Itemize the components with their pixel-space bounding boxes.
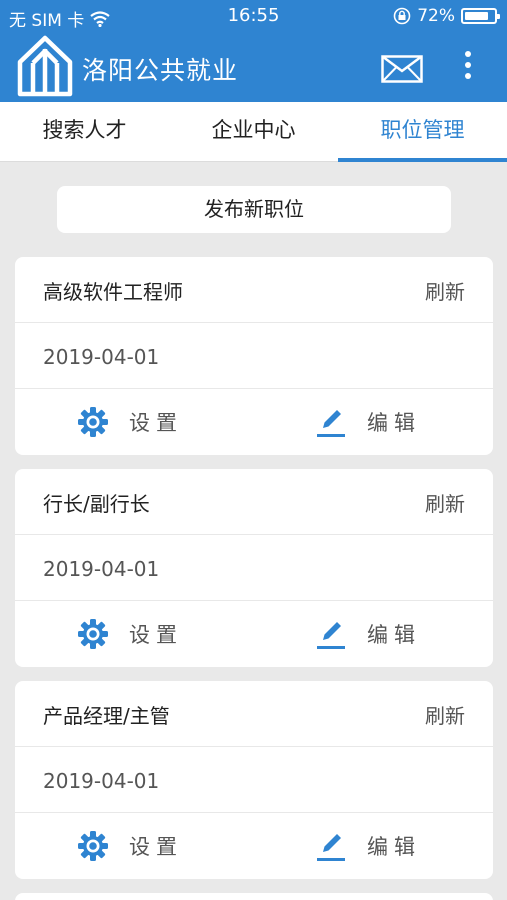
refresh-button[interactable]: 刷新 (425, 257, 465, 327)
more-dot (465, 62, 471, 68)
pencil-icon (317, 410, 345, 437)
top-bar: 无 SIM 卡 16:55 72% 洛阳公共就业 (0, 0, 507, 102)
refresh-button[interactable]: 刷新 (425, 469, 465, 539)
gear-icon (78, 407, 108, 437)
job-card-header: 行长/副行长 刷新 (15, 469, 493, 535)
publish-job-button[interactable]: 发布新职位 (57, 186, 451, 233)
job-card-actions: 设置 编辑 (15, 601, 493, 667)
job-date: 2019-04-01 (43, 557, 160, 581)
tab-bar: 搜索人才 企业中心 职位管理 (0, 102, 507, 162)
settings-label: 设置 (129, 623, 183, 647)
gear-icon (78, 619, 108, 649)
job-title[interactable]: 高级软件工程师 (43, 257, 183, 327)
pencil-icon (317, 834, 345, 861)
app-screen: 无 SIM 卡 16:55 72% 洛阳公共就业 搜索人才 企业中心 职位管理 … (0, 0, 507, 900)
settings-button[interactable]: 设置 (77, 389, 183, 455)
job-card-date-row: 2019-04-01 (15, 323, 493, 389)
settings-label: 设置 (129, 835, 183, 859)
tab-search-talent[interactable]: 搜索人才 (0, 102, 169, 161)
status-right: 72% (393, 6, 500, 26)
refresh-button[interactable]: 刷新 (425, 681, 465, 751)
more-dot (465, 73, 471, 79)
edit-button[interactable]: 编辑 (315, 813, 421, 879)
job-card-header: 高级软件工程师 刷新 (15, 257, 493, 323)
job-card-actions: 设置 编辑 (15, 389, 493, 455)
job-card-date-row: 2019-04-01 (15, 535, 493, 601)
app-bar: 洛阳公共就业 (0, 33, 507, 102)
battery-icon (461, 8, 500, 24)
job-card-header: 产品经理/主管 刷新 (15, 681, 493, 747)
settings-button[interactable]: 设置 (77, 813, 183, 879)
battery-fill (465, 12, 489, 20)
tab-company-center[interactable]: 企业中心 (169, 102, 338, 161)
edit-button[interactable]: 编辑 (315, 601, 421, 667)
pencil-icon (317, 622, 345, 649)
job-card: 行长/副行长 刷新 2019-04-01 设置 编辑 (15, 469, 493, 667)
tab-job-management[interactable]: 职位管理 (338, 102, 507, 162)
job-card-partial (15, 893, 493, 900)
settings-label: 设置 (129, 411, 183, 435)
job-title[interactable]: 行长/副行长 (43, 469, 150, 539)
job-card-date-row: 2019-04-01 (15, 747, 493, 813)
more-dot (465, 51, 471, 57)
edit-label: 编辑 (367, 411, 421, 435)
job-title[interactable]: 产品经理/主管 (43, 681, 170, 751)
logo-icon (17, 35, 73, 97)
job-date: 2019-04-01 (43, 769, 160, 793)
edit-label: 编辑 (367, 623, 421, 647)
job-card: 产品经理/主管 刷新 2019-04-01 设置 编辑 (15, 681, 493, 879)
battery-percent: 72% (417, 6, 455, 26)
app-title: 洛阳公共就业 (82, 56, 239, 85)
more-vertical-icon[interactable] (462, 51, 474, 87)
mail-icon[interactable] (381, 55, 423, 83)
rotation-lock-icon (393, 7, 411, 25)
settings-button[interactable]: 设置 (77, 601, 183, 667)
edit-button[interactable]: 编辑 (315, 389, 421, 455)
job-date: 2019-04-01 (43, 345, 160, 369)
gear-icon (78, 831, 108, 861)
status-bar: 无 SIM 卡 16:55 72% (0, 0, 507, 33)
edit-label: 编辑 (367, 835, 421, 859)
job-card-actions: 设置 编辑 (15, 813, 493, 879)
job-card: 高级软件工程师 刷新 2019-04-01 设置 编辑 (15, 257, 493, 455)
